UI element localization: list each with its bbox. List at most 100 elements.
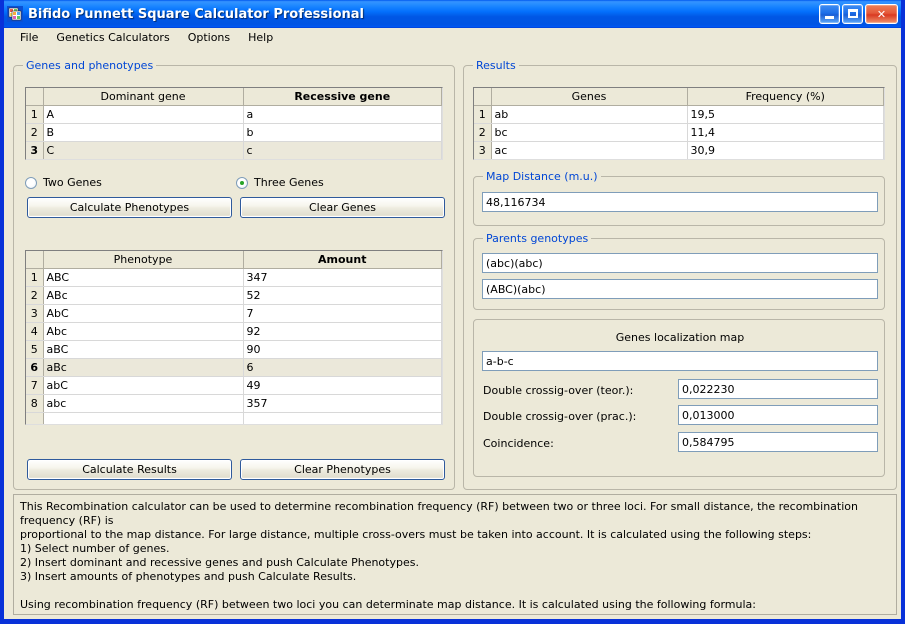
table-row[interactable]: 3 C c	[26, 141, 442, 159]
results-genes-cell[interactable]: ab	[491, 105, 688, 124]
close-icon[interactable]: ✕	[865, 4, 898, 24]
phenotype-grid-col-phenotype[interactable]: Phenotype	[43, 251, 244, 269]
menu-item-help[interactable]: Help	[239, 29, 282, 47]
table-row[interactable]: 3 ac 30,9	[474, 141, 884, 159]
gene-dominant-cell[interactable]: A	[43, 105, 244, 124]
results-grid[interactable]: Genes Frequency (%) 1 ab 19,5 2 bc 11,4 …	[473, 87, 885, 160]
table-row[interactable]: 3 AbC 7	[26, 304, 442, 323]
title-bar[interactable]: Bifido Punnett Square Calculator Profess…	[4, 0, 901, 28]
gene-recessive-cell[interactable]: c	[243, 141, 442, 159]
calculate-results-button[interactable]: Calculate Results	[27, 459, 232, 480]
table-row[interactable]: 2 B b	[26, 123, 442, 142]
gene-dominant-cell[interactable]: C	[43, 141, 244, 159]
phenotype-grid-header: Phenotype Amount	[26, 251, 442, 269]
results-row-index: 3	[474, 141, 492, 159]
radio-three-genes-label: Three Genes	[254, 176, 324, 189]
phenotype-amount-cell[interactable]: 347	[243, 268, 442, 287]
table-row[interactable]: 4 Abc 92	[26, 322, 442, 341]
table-row[interactable]: 5 aBC 90	[26, 340, 442, 359]
parent2-genotype-input[interactable]: (ABC)(abc)	[482, 279, 878, 299]
phenotype-amount-cell[interactable]: 357	[243, 394, 442, 413]
results-frequency-cell[interactable]: 11,4	[687, 123, 884, 142]
gene-row-index: 2	[26, 123, 44, 142]
gene-dominant-cell[interactable]: B	[43, 123, 244, 142]
phenotype-name-cell[interactable]: aBc	[43, 358, 244, 377]
coincidence-input[interactable]: 0,584795	[678, 432, 878, 452]
phenotype-amount-cell[interactable]: 49	[243, 376, 442, 395]
phenotype-name-cell[interactable]: abC	[43, 376, 244, 395]
results-grid-col-genes[interactable]: Genes	[491, 88, 688, 106]
gene-grid-filler-row	[26, 160, 442, 161]
menu-item-options[interactable]: Options	[179, 29, 239, 47]
menu-item-genetics-calculators[interactable]: Genetics Calculators	[47, 29, 178, 47]
phenotype-name-cell[interactable]: ABC	[43, 268, 244, 287]
gene-row-index: 3	[26, 141, 44, 159]
table-row[interactable]: 2 bc 11,4	[474, 123, 884, 142]
phenotype-name-cell[interactable]: Abc	[43, 322, 244, 341]
phenotype-grid[interactable]: Phenotype Amount 1 ABC 347 2 ABc 52 3 Ab…	[25, 250, 443, 425]
table-row[interactable]: 7 abC 49	[26, 376, 442, 395]
help-description-memo[interactable]: This Recombination calculator can be use…	[13, 494, 897, 615]
gene-recessive-cell[interactable]: b	[243, 123, 442, 142]
gene-grid[interactable]: Dominant gene Recessive gene 1 A a 2 B b…	[25, 87, 443, 160]
radio-two-genes[interactable]: Two Genes	[25, 176, 102, 189]
phenotype-amount-cell[interactable]: 7	[243, 304, 442, 323]
phenotype-grid-corner	[26, 251, 44, 269]
gene-recessive-cell[interactable]: a	[243, 105, 442, 124]
gene-grid-corner	[26, 88, 44, 106]
phenotype-row-index: 3	[26, 304, 44, 323]
map-distance-title: Map Distance (m.u.)	[483, 170, 601, 183]
phenotype-name-cell[interactable]: AbC	[43, 304, 244, 323]
clear-genes-button[interactable]: Clear Genes	[240, 197, 445, 218]
results-frequency-cell[interactable]: 30,9	[687, 141, 884, 159]
application-window: Bifido Punnett Square Calculator Profess…	[0, 0, 905, 624]
phenotype-row-index: 6	[26, 358, 44, 377]
phenotype-name-cell[interactable]: aBC	[43, 340, 244, 359]
phenotype-amount-cell[interactable]: 6	[243, 358, 442, 377]
phenotype-grid-col-amount[interactable]: Amount	[243, 251, 442, 269]
results-group: Results Genes Frequency (%) 1 ab 19,5 2 …	[463, 59, 897, 490]
genes-and-phenotypes-group: Genes and phenotypes Dominant gene Reces…	[13, 59, 455, 490]
genes-localization-map-input[interactable]: a-b-c	[482, 351, 878, 371]
parents-genotypes-group: Parents genotypes (abc)(abc) (ABC)(abc)	[473, 232, 885, 310]
clear-phenotypes-button[interactable]: Clear Phenotypes	[240, 459, 445, 480]
results-frequency-cell[interactable]: 19,5	[687, 105, 884, 124]
gene-grid-col-dominant[interactable]: Dominant gene	[43, 88, 244, 106]
minimize-icon[interactable]	[819, 4, 840, 24]
phenotype-row-index: 4	[26, 322, 44, 341]
results-grid-header: Genes Frequency (%)	[474, 88, 884, 106]
map-distance-input[interactable]: 48,116734	[482, 192, 878, 212]
phenotype-amount-cell[interactable]: 92	[243, 322, 442, 341]
radio-two-genes-label: Two Genes	[43, 176, 102, 189]
table-row[interactable]: 1 A a	[26, 105, 442, 124]
table-row[interactable]: 1 ABC 347	[26, 268, 442, 287]
phenotype-row-index: 7	[26, 376, 44, 395]
phenotype-name-cell[interactable]: abc	[43, 394, 244, 413]
double-crossover-prac-input[interactable]: 0,013000	[678, 405, 878, 425]
table-row[interactable]: 8 abc 357	[26, 394, 442, 413]
parent1-genotype-input[interactable]: (abc)(abc)	[482, 253, 878, 273]
gene-grid-col-recessive[interactable]: Recessive gene	[243, 88, 442, 106]
radio-three-genes[interactable]: Three Genes	[236, 176, 324, 189]
results-grid-filler-row	[474, 160, 884, 161]
double-crossover-teor-input[interactable]: 0,022230	[678, 379, 878, 399]
radio-three-genes-dot[interactable]	[236, 176, 248, 189]
results-title: Results	[473, 59, 519, 72]
results-genes-cell[interactable]: ac	[491, 141, 688, 159]
maximize-icon[interactable]	[842, 4, 863, 24]
parents-genotypes-title: Parents genotypes	[483, 232, 592, 245]
menu-item-file[interactable]: File	[11, 29, 47, 47]
phenotype-name-cell[interactable]: ABc	[43, 286, 244, 305]
punnett-square-icon	[7, 6, 23, 22]
radio-two-genes-dot[interactable]	[25, 176, 37, 189]
double-crossover-prac-label: Double crossig-over (prac.):	[483, 410, 637, 423]
phenotype-amount-cell[interactable]: 90	[243, 340, 442, 359]
table-row[interactable]: 2 ABc 52	[26, 286, 442, 305]
table-row[interactable]: 1 ab 19,5	[474, 105, 884, 124]
phenotype-amount-cell[interactable]: 52	[243, 286, 442, 305]
window-controls: ✕	[819, 4, 898, 24]
calculate-phenotypes-button[interactable]: Calculate Phenotypes	[27, 197, 232, 218]
results-grid-col-frequency[interactable]: Frequency (%)	[687, 88, 884, 106]
results-genes-cell[interactable]: bc	[491, 123, 688, 142]
table-row[interactable]: 6 aBc 6	[26, 358, 442, 377]
